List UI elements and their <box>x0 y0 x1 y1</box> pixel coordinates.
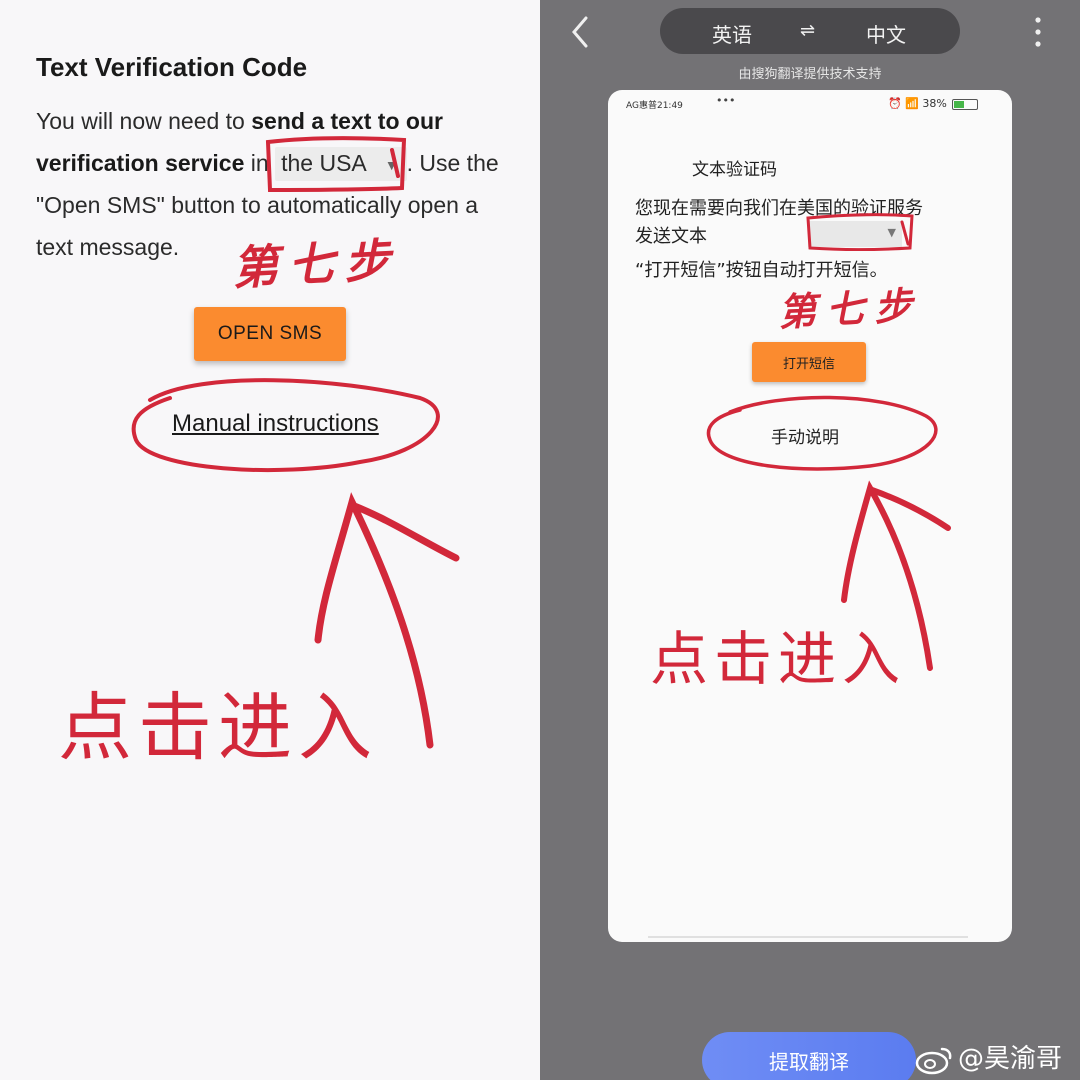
weibo-watermark: @昊渝哥 <box>914 1038 1062 1075</box>
page-title: Text Verification Code <box>36 52 308 82</box>
handwritten-step-annotation: 第七步 <box>230 232 402 296</box>
original-screen: Text Verification Code You will now need… <box>0 0 540 1080</box>
instruction-text-2: in <box>244 150 276 176</box>
translated-country-select[interactable]: ▼ <box>808 221 902 247</box>
translated-line-2: 发送文本 <box>635 226 707 247</box>
translated-open-sms-button[interactable]: 打开短信 <box>752 342 866 382</box>
target-language[interactable]: 中文 <box>866 19 906 48</box>
translated-manual-link[interactable]: 手动说明 <box>771 423 839 448</box>
chevron-down-icon: ▼ <box>384 156 399 173</box>
translated-line-1: 您现在需要向我们在美国的验证服务 <box>635 198 923 219</box>
battery-icon <box>952 98 979 110</box>
instruction-text-1: You will now need to <box>36 108 252 134</box>
status-carrier-time: AG惠普21:49 <box>626 101 683 111</box>
powered-by-text: 由搜狗翻译提供技术支持 <box>738 67 882 82</box>
country-select[interactable]: the USA ▼ <box>275 147 407 181</box>
status-dots: ••• <box>716 94 736 107</box>
translation-screen: 英语 ⇌ 中文 由搜狗翻译提供技术支持 AG惠普21:49 ••• ⏰ 📶 38… <box>540 0 1080 1080</box>
swap-icon[interactable]: ⇌ <box>800 20 815 41</box>
status-indicators: ⏰ 📶 38% <box>888 97 979 110</box>
watermark-text: @昊渝哥 <box>958 1044 1063 1074</box>
translated-screenshot: AG惠普21:49 ••• ⏰ 📶 38% 文本验证码 您现在需要向我们在美国的… <box>608 90 1012 942</box>
divider <box>648 936 968 938</box>
manual-instructions-link[interactable]: Manual instructions <box>172 410 379 438</box>
country-select-value: the USA <box>281 150 367 176</box>
back-arrow-icon[interactable] <box>566 12 596 52</box>
alarm-icon: ⏰ <box>888 97 902 110</box>
handwritten-step-annotation: 第七步 <box>777 283 924 335</box>
chevron-down-icon: ▼ <box>887 226 896 239</box>
translated-period: . <box>908 224 914 243</box>
wifi-icon: 📶 <box>905 97 919 110</box>
handwritten-click-annotation: 点击进入 <box>58 685 378 771</box>
source-language[interactable]: 英语 <box>712 19 752 48</box>
battery-percent: 38% <box>922 97 947 110</box>
weibo-logo-icon <box>915 1047 952 1074</box>
translated-title: 文本验证码 <box>692 160 777 180</box>
open-sms-button[interactable]: OPEN SMS <box>194 307 346 361</box>
language-switcher: 英语 ⇌ 中文 <box>660 8 960 54</box>
more-vertical-icon[interactable] <box>1030 14 1046 50</box>
handwritten-click-annotation: 点击进入 <box>650 625 907 693</box>
extract-translation-button[interactable]: 提取翻译 <box>702 1032 916 1080</box>
